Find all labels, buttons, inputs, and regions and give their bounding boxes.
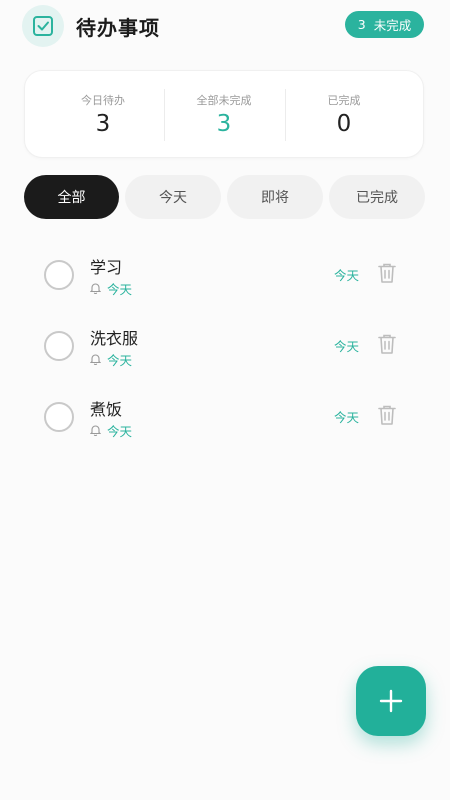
task-title: 学习 bbox=[90, 258, 123, 277]
task-reminder-label: 今天 bbox=[107, 352, 133, 368]
tab-upcoming[interactable]: 即将 bbox=[227, 175, 323, 219]
stat-done: 已完成 0 bbox=[284, 71, 404, 159]
stat-today-value: 3 bbox=[95, 111, 111, 137]
checkbox-icon bbox=[22, 5, 64, 47]
task-checkbox[interactable] bbox=[44, 402, 74, 432]
app-header: 待办事项 3 未完成 bbox=[0, 0, 450, 52]
task-item[interactable]: 洗衣服 今天 今天 bbox=[0, 321, 450, 381]
task-reminder: 今天 bbox=[90, 422, 133, 439]
stat-all-pending-value: 3 bbox=[216, 111, 232, 137]
task-due-label: 今天 bbox=[334, 410, 360, 425]
bell-icon bbox=[90, 283, 101, 294]
task-title: 洗衣服 bbox=[90, 329, 139, 348]
trash-icon[interactable] bbox=[377, 333, 397, 355]
add-task-button[interactable] bbox=[356, 666, 426, 736]
task-checkbox[interactable] bbox=[44, 260, 74, 290]
task-item[interactable]: 学习 今天 今天 bbox=[0, 250, 450, 310]
trash-icon[interactable] bbox=[377, 262, 397, 284]
pending-count-badge: 3 未完成 bbox=[345, 11, 424, 38]
tab-today[interactable]: 今天 bbox=[125, 175, 221, 219]
stat-today-label: 今日待办 bbox=[81, 94, 125, 107]
task-title: 煮饭 bbox=[90, 400, 123, 419]
stat-all-pending-label: 全部未完成 bbox=[196, 94, 252, 107]
page-title: 待办事项 bbox=[76, 16, 160, 40]
stats-card: 今日待办 3 全部未完成 3 已完成 0 bbox=[24, 70, 424, 158]
badge-count: 3 bbox=[357, 17, 366, 32]
stat-done-label: 已完成 bbox=[327, 94, 361, 107]
tab-completed[interactable]: 已完成 bbox=[329, 175, 425, 219]
stat-done-value: 0 bbox=[336, 111, 352, 137]
stat-all-pending: 全部未完成 3 bbox=[164, 71, 284, 159]
bell-icon bbox=[90, 425, 101, 436]
task-due-label: 今天 bbox=[334, 268, 360, 283]
bell-icon bbox=[90, 354, 101, 365]
task-item[interactable]: 煮饭 今天 今天 bbox=[0, 392, 450, 452]
badge-label: 未完成 bbox=[373, 18, 412, 33]
task-reminder-label: 今天 bbox=[107, 423, 133, 439]
task-reminder: 今天 bbox=[90, 280, 133, 297]
task-checkbox[interactable] bbox=[44, 331, 74, 361]
trash-icon[interactable] bbox=[377, 404, 397, 426]
stat-today: 今日待办 3 bbox=[43, 71, 163, 159]
task-due-label: 今天 bbox=[334, 339, 360, 354]
tab-all[interactable]: 全部 bbox=[24, 175, 119, 219]
plus-icon bbox=[379, 689, 403, 713]
task-reminder: 今天 bbox=[90, 351, 133, 368]
task-reminder-label: 今天 bbox=[107, 281, 133, 297]
